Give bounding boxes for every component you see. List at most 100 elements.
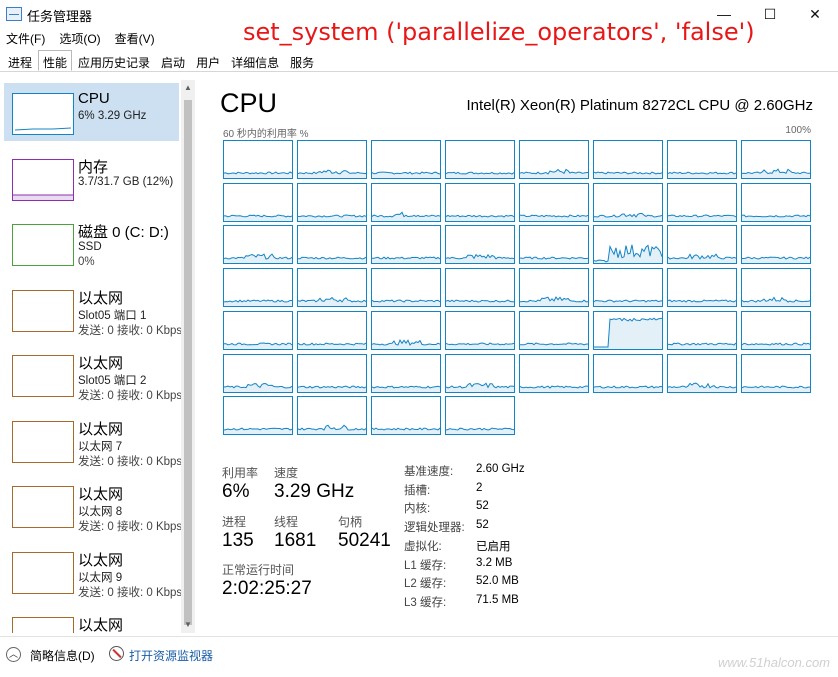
- tab-users[interactable]: 用户: [191, 50, 225, 71]
- sidebar-item-title: CPU: [78, 90, 110, 107]
- sidebar-item-detail: Slot05 端口 2: [78, 375, 147, 387]
- menu-view[interactable]: 查看(V): [109, 28, 163, 48]
- resource-monitor-icon[interactable]: [109, 646, 124, 661]
- spec-value: 52: [476, 500, 489, 513]
- cpu-heading: CPU: [220, 88, 278, 118]
- scrollbar-thumb[interactable]: [184, 100, 192, 625]
- logical-processor-graph: [593, 353, 663, 393]
- sidebar-item[interactable]: 以太网 Slot05 端口 2 发送: 0 接收: 0 Kbps: [4, 345, 183, 403]
- sidebar-item[interactable]: CPU 6% 3.29 GHz: [4, 83, 179, 141]
- sidebar-item-detail: SSD: [78, 241, 102, 253]
- logical-processor-graph: [445, 140, 515, 179]
- logical-processor-graph: [371, 353, 441, 393]
- sidebar-item-graph: [12, 224, 74, 266]
- logical-processor-graph: [519, 353, 589, 393]
- sidebar-item-detail: 发送: 0 接收: 0 Kbps: [78, 455, 183, 468]
- sidebar-item[interactable]: 以太网 Slot05 端口 1 发送: 0 接收: 0 Kbps: [4, 280, 183, 338]
- logical-processor-graph: [741, 182, 811, 222]
- tab-bar: 进程 性能 应用历史记录 启动 用户 详细信息 服务: [0, 50, 838, 72]
- watermark: www.51halcon.com: [718, 655, 830, 670]
- spec-key: 插槽:: [404, 484, 431, 497]
- sidebar-item[interactable]: 以太网 以太网 9 发送: 0 接收: 0 Kbps: [4, 542, 182, 600]
- sidebar-item-detail: 6% 3.29 GHz: [78, 110, 147, 122]
- logical-processor-graph: [667, 182, 737, 222]
- sidebar-item-title: 磁盘 0 (C: D:): [78, 224, 169, 241]
- logical-processor-graph: [445, 182, 515, 222]
- window-title: 任务管理器: [27, 9, 93, 24]
- logical-processor-graph: [223, 140, 293, 179]
- logical-processor-graph: [667, 353, 737, 393]
- logical-processor-graph: [297, 353, 367, 393]
- sidebar-item-title: 以太网: [78, 355, 124, 372]
- spec-key: 逻辑处理器:: [404, 522, 465, 535]
- spec-value: 52.0 MB: [476, 575, 519, 588]
- sidebar-item[interactable]: 磁盘 0 (C: D:) SSD 0%: [4, 214, 179, 272]
- logical-processor-graph: [223, 310, 293, 350]
- spec-value: 2: [476, 481, 483, 494]
- footer: ︿ 简略信息(D) 打开资源监视器 www.51halcon.com: [0, 636, 838, 677]
- tab-services[interactable]: 服务: [285, 50, 319, 71]
- speed-value: 3.29 GHz: [274, 481, 355, 502]
- tab-performance[interactable]: 性能: [38, 50, 73, 71]
- logical-processor-graph: [445, 396, 515, 436]
- fewer-details-link[interactable]: 简略信息(D): [30, 647, 95, 664]
- speed-label: 速度: [274, 466, 299, 480]
- logical-processor-graph: [741, 225, 811, 265]
- logical-processor-graph: [593, 182, 663, 222]
- logical-processor-graph: [593, 140, 663, 179]
- spec-key: L1 缓存:: [404, 559, 447, 572]
- sidebar-item-detail: 发送: 0 接收: 0 Kbps: [78, 324, 183, 337]
- logical-processor-graph: [741, 140, 811, 179]
- logical-processor-graph: [667, 268, 737, 308]
- sidebar-item-title: 以太网: [78, 289, 124, 307]
- logical-processor-graph: [445, 353, 515, 393]
- tab-app-history[interactable]: 应用历史记录: [73, 50, 155, 71]
- spec-key: L3 缓存:: [404, 596, 447, 609]
- sidebar-item-title: 以太网: [78, 486, 124, 503]
- logical-processor-graph: [667, 225, 737, 265]
- logical-processor-graph: [445, 225, 515, 265]
- logical-processor-graph: [223, 225, 293, 265]
- processes-value: 135: [222, 530, 254, 551]
- logical-processor-graph: [519, 140, 589, 179]
- tab-startup[interactable]: 启动: [156, 50, 190, 71]
- close-button[interactable]: ✕: [792, 0, 838, 28]
- sidebar-item-detail: 以太网 7: [78, 440, 123, 453]
- sidebar-item[interactable]: 内存 3.7/31.7 GB (12%): [4, 149, 179, 207]
- spec-value: 2.60 GHz: [476, 463, 525, 475]
- sidebar-item[interactable]: 以太网 以太网 8 发送: 0 接收: 0 Kbps: [4, 476, 182, 534]
- cpu-detail-panel: CPU Intel(R) Xeon(R) Platinum 8272CL CPU…: [198, 80, 838, 633]
- sidebar-item[interactable]: 以太网以太网 7 发送: 0 接收: 0 Kbps: [4, 411, 183, 469]
- scroll-down-icon[interactable]: ▼: [184, 620, 192, 629]
- utilization-value: 6%: [222, 481, 250, 502]
- tab-processes[interactable]: 进程: [3, 50, 37, 71]
- logical-processor-graph: [223, 353, 293, 393]
- sidebar-item[interactable]: 以太网以太网 10: [4, 607, 179, 633]
- logical-processor-graph: [741, 268, 811, 308]
- logical-processor-graph: [371, 182, 441, 222]
- spec-key: L2 缓存:: [404, 578, 447, 591]
- annotation-text: set_system ('parallelize_operators', 'fa…: [243, 18, 755, 46]
- chevron-up-icon[interactable]: ︿: [6, 647, 21, 662]
- logical-processor-graph: [223, 268, 293, 308]
- sidebar-scrollbar[interactable]: ▲ ▼: [181, 80, 195, 633]
- sidebar-item-graph: [12, 551, 74, 594]
- open-resource-monitor-link[interactable]: 打开资源监视器: [129, 647, 213, 664]
- logical-processor-graph: [519, 225, 589, 265]
- logical-processor-graph: [445, 268, 515, 308]
- logical-processor-graph: [445, 310, 515, 350]
- logical-processor-graph: [741, 310, 811, 350]
- sidebar-item-graph: [12, 420, 74, 463]
- spec-value: 3.2 MB: [476, 556, 513, 569]
- handles-value: 50241: [338, 530, 391, 551]
- tab-details[interactable]: 详细信息: [226, 50, 284, 71]
- sidebar-item-detail: 发送: 0 接收: 0 Kbps: [78, 390, 183, 402]
- sidebar-item-title: 以太网: [78, 420, 124, 438]
- uptime-label: 正常运行时间: [222, 563, 295, 577]
- logical-processor-graph: [519, 182, 589, 222]
- menu-file[interactable]: 文件(F): [0, 28, 53, 48]
- menu-options[interactable]: 选项(O): [53, 28, 108, 48]
- scroll-up-icon[interactable]: ▲: [184, 83, 192, 92]
- logical-processor-graph: [371, 140, 441, 179]
- logical-processor-graph: [371, 396, 441, 436]
